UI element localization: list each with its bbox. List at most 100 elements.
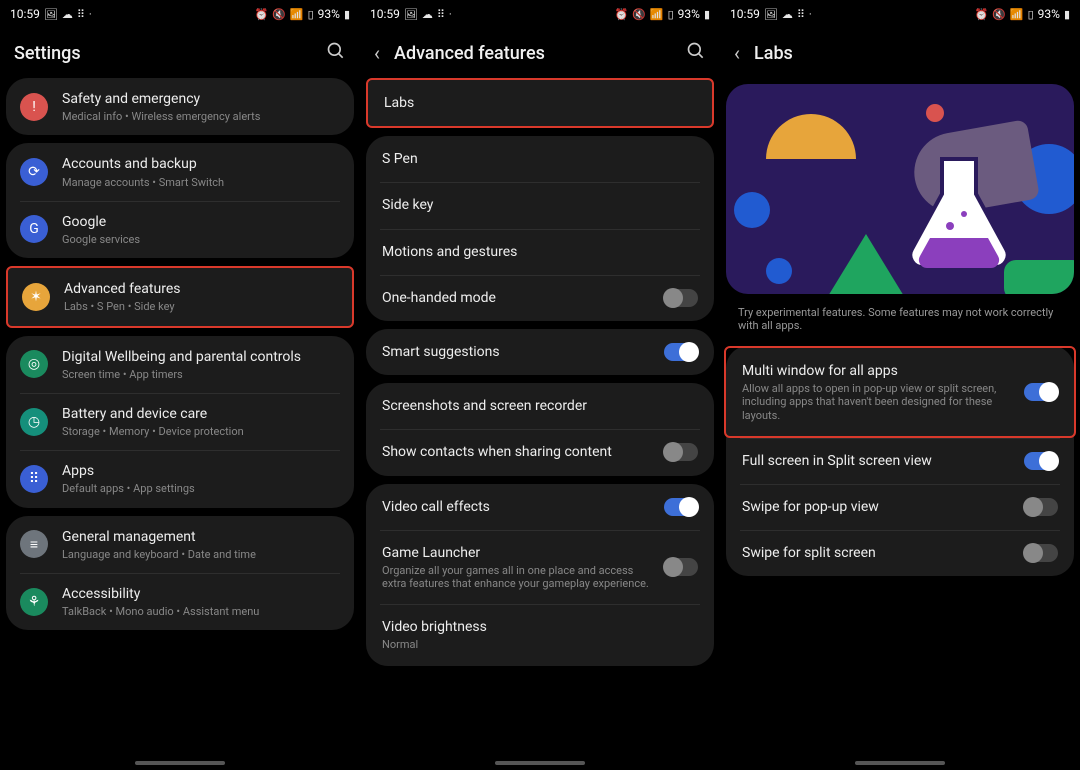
mute-icon: 🔇 [632,8,646,21]
row-subtitle: Medical info • Wireless emergency alerts [62,110,340,123]
header: ‹ Advanced features [360,28,720,78]
toggle-swipe-for-pop-up-view[interactable] [1024,498,1058,516]
nav-bar [720,758,1080,770]
signal-icon: ▯ [308,8,314,21]
row-side-key[interactable]: Side key [366,182,714,228]
row-subtitle: Storage • Memory • Device protection [62,425,340,438]
row-subtitle: Manage accounts • Smart Switch [62,176,340,189]
settings-group: ≡General managementLanguage and keyboard… [6,516,354,631]
row-label: One-handed mode [382,289,650,307]
status-battery: 93% [318,7,340,21]
signal-icon: ▯ [668,8,674,21]
row-google[interactable]: GGoogleGoogle services [6,201,354,258]
more-icon: · [89,8,92,21]
row-screenshots-and-screen-recorder[interactable]: Screenshots and screen recorder [366,383,714,429]
row-full-screen-in-split-screen-view[interactable]: Full screen in Split screen view [726,438,1074,484]
wifi-icon: 📶 [290,8,304,21]
toggle-one-handed-mode[interactable] [664,289,698,307]
row-subtitle: TalkBack • Mono audio • Assistant menu [62,605,340,618]
settings-group: S PenSide keyMotions and gestures One-han… [366,136,714,321]
dots-icon: ⠿ [797,8,805,21]
row-swipe-for-split-screen[interactable]: Swipe for split screen [726,530,1074,576]
mute-icon: 🔇 [272,8,286,21]
settings-group: Video call effectsGame LauncherOrganize … [366,484,714,666]
cloud-icon: ☁ [422,8,433,21]
toggle-full-screen-in-split-screen-view[interactable] [1024,452,1058,470]
accessibility-icon: ⚘ [20,588,48,616]
battery-icon: ▮ [344,8,350,21]
row-multi-window-for-all-apps[interactable]: Multi window for all appsAllow all apps … [724,346,1076,438]
row-subtitle: Default apps • App settings [62,482,340,495]
back-button[interactable]: ‹ [374,41,380,65]
row-label: Accounts and backup [62,155,340,173]
row-video-brightness[interactable]: Video brightnessNormal [366,604,714,665]
search-icon[interactable] [326,41,346,66]
row-battery-device-care[interactable]: ◷Battery and device careStorage • Memory… [6,393,354,450]
nav-bar [0,758,360,770]
row-subtitle: Allow all apps to open in pop-up view or… [742,382,1010,422]
row-label: Digital Wellbeing and parental controls [62,348,340,366]
apps-icon: ⠿ [20,465,48,493]
row-s-pen[interactable]: S Pen [366,136,714,182]
toggle-show-contacts-when-sharing-content[interactable] [664,443,698,461]
mute-icon: 🔇 [992,8,1006,21]
settings-list[interactable]: !Safety and emergencyMedical info • Wire… [0,78,360,758]
settings-group: Smart suggestions [366,329,714,375]
row-motions-and-gestures[interactable]: Motions and gestures [366,229,714,275]
alarm-icon: ⏰ [254,8,268,21]
dots-icon: ⠿ [77,8,85,21]
row-labs[interactable]: Labs [368,80,712,126]
advanced-features-list[interactable]: Labs S PenSide keyMotions and gestures One… [360,78,720,758]
battery-icon: ▮ [1064,8,1070,21]
row-swipe-for-pop-up-view[interactable]: Swipe for pop-up view [726,484,1074,530]
row-apps[interactable]: ⠿ Apps Default apps • App settings [6,450,354,507]
row-label: Advanced features [64,280,338,298]
cloud-icon: ☁ [782,8,793,21]
screen-advanced-features: 10:59 🖼 ☁ ⠿ · ⏰ 🔇 📶 ▯ 93% ▮ ‹ Advanced f… [360,0,720,770]
row-accessibility[interactable]: ⚘AccessibilityTalkBack • Mono audio • As… [6,573,354,630]
dots-icon: ⠿ [437,8,445,21]
row-label: Game Launcher [382,544,650,562]
row-label: Apps [62,462,340,480]
row-advanced-features[interactable]: ✶Advanced featuresLabs • S Pen • Side ke… [8,268,352,325]
wifi-icon: 📶 [1010,8,1024,21]
row-safety-and-emergency[interactable]: !Safety and emergencyMedical info • Wire… [6,78,354,135]
row-one-handed-mode[interactable]: One-handed mode [366,275,714,321]
toggle-video-call-effects[interactable] [664,498,698,516]
google-icon: G [20,215,48,243]
settings-group: ◎Digital Wellbeing and parental controls… [6,336,354,508]
row-digital-wellbeing[interactable]: ◎Digital Wellbeing and parental controls… [6,336,354,393]
header: ‹ Labs [720,28,1080,78]
page-title: Settings [14,43,312,64]
row-subtitle: Labs • S Pen • Side key [64,300,338,313]
row-video-call-effects[interactable]: Video call effects [366,484,714,530]
toggle-game-launcher[interactable] [664,558,698,576]
alarm-icon: ⏰ [614,8,628,21]
row-game-launcher[interactable]: Game LauncherOrganize all your games all… [366,530,714,605]
nav-bar [360,758,720,770]
row-accounts-and-backup[interactable]: ⟳Accounts and backupManage accounts • Sm… [6,143,354,200]
row-label: Smart suggestions [382,343,650,361]
wifi-icon: 📶 [650,8,664,21]
battery-icon: ▮ [704,8,710,21]
row-label: General management [62,528,340,546]
toggle-swipe-for-split-screen[interactable] [1024,544,1058,562]
row-label: Show contacts when sharing content [382,443,650,461]
alarm-icon: ⏰ [974,8,988,21]
image-icon: 🖼 [404,8,418,21]
signal-icon: ▯ [1028,8,1034,21]
row-label: Full screen in Split screen view [742,452,1010,470]
labs-note: Try experimental features. Some features… [720,294,1080,346]
screen-labs: 10:59 🖼 ☁ ⠿ · ⏰ 🔇 📶 ▯ 93% ▮ ‹ Labs [720,0,1080,770]
toggle-multi-window-for-all-apps[interactable] [1024,383,1058,401]
row-label: Safety and emergency [62,90,340,108]
page-title: Labs [754,43,1066,64]
row-general-management[interactable]: ≡General managementLanguage and keyboard… [6,516,354,573]
row-smart-suggestions[interactable]: Smart suggestions [366,329,714,375]
back-button[interactable]: ‹ [734,41,740,65]
row-show-contacts-when-sharing-content[interactable]: Show contacts when sharing content [366,429,714,475]
labs-list[interactable]: Multi window for all appsAllow all apps … [720,346,1080,758]
settings-group: !Safety and emergencyMedical info • Wire… [6,78,354,135]
toggle-smart-suggestions[interactable] [664,343,698,361]
search-icon[interactable] [686,41,706,66]
